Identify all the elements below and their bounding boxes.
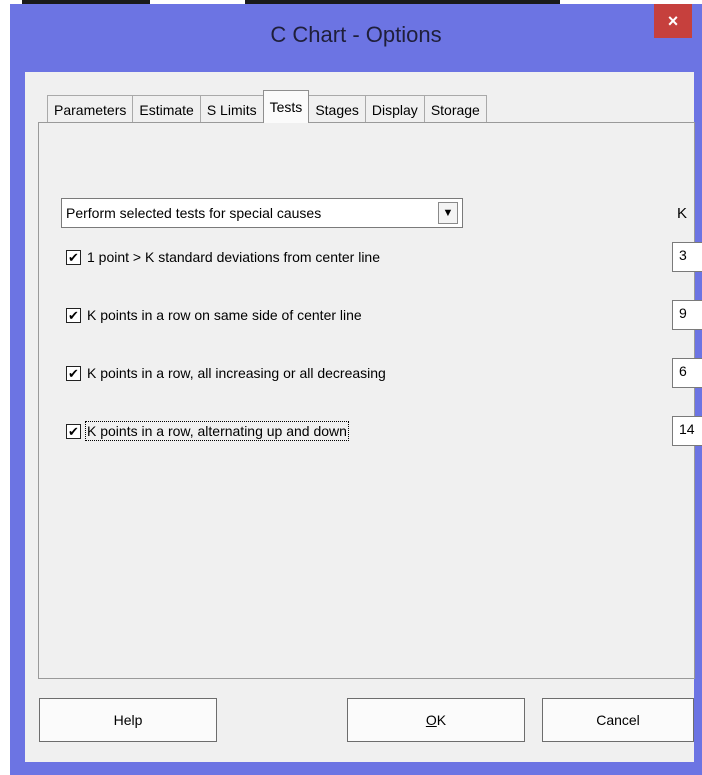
title-bar[interactable]: C Chart - Options × bbox=[10, 4, 702, 72]
close-button[interactable]: × bbox=[654, 4, 692, 38]
cancel-button[interactable]: Cancel bbox=[542, 698, 694, 742]
tests-tab-panel: Perform selected tests for special cause… bbox=[38, 122, 702, 679]
test-4-checkbox[interactable]: ✔ bbox=[66, 424, 81, 439]
tab-display[interactable]: Display bbox=[364, 95, 425, 123]
dialog-title: C Chart - Options bbox=[270, 22, 442, 47]
test-mode-value: Perform selected tests for special cause… bbox=[66, 205, 322, 221]
test-mode-dropdown[interactable]: Perform selected tests for special cause… bbox=[61, 198, 463, 228]
close-icon: × bbox=[667, 10, 679, 31]
cancel-button-label: Cancel bbox=[596, 712, 640, 728]
tab-tests[interactable]: Tests bbox=[262, 90, 310, 123]
ok-button-label: OK bbox=[426, 712, 446, 728]
test-2-label[interactable]: K points in a row on same side of center… bbox=[87, 307, 362, 323]
test-3-checkbox[interactable]: ✔ bbox=[66, 366, 81, 381]
tab-storage[interactable]: Storage bbox=[423, 95, 487, 123]
chevron-down-icon[interactable]: ▼ bbox=[438, 202, 458, 224]
test-2-checkbox[interactable]: ✔ bbox=[66, 308, 81, 323]
ok-label-rest: K bbox=[436, 712, 447, 728]
test-1-checkbox[interactable]: ✔ bbox=[66, 250, 81, 265]
ok-button[interactable]: OK bbox=[347, 698, 525, 742]
test-1-k-input[interactable]: 3 bbox=[672, 242, 702, 272]
options-dialog: C Chart - Options × Parameters Estimate … bbox=[10, 4, 702, 775]
dialog-client-area: Parameters Estimate S Limits Tests Stage… bbox=[25, 72, 702, 762]
test-2-k-input[interactable]: 9 bbox=[672, 300, 702, 330]
tab-s-limits[interactable]: S Limits bbox=[199, 95, 264, 123]
tab-strip: Parameters Estimate S Limits Tests Stage… bbox=[47, 90, 487, 123]
help-button-label: Help bbox=[113, 712, 143, 728]
tab-estimate[interactable]: Estimate bbox=[132, 95, 201, 123]
k-column-header: K bbox=[677, 205, 688, 222]
test-3-k-input[interactable]: 6 bbox=[672, 358, 702, 388]
test-3-label[interactable]: K points in a row, all increasing or all… bbox=[87, 365, 386, 381]
test-1-label[interactable]: 1 point > K standard deviations from cen… bbox=[87, 249, 380, 265]
help-button[interactable]: Help bbox=[39, 698, 217, 742]
test-4-label[interactable]: K points in a row, alternating up and do… bbox=[85, 421, 349, 441]
tab-parameters[interactable]: Parameters bbox=[47, 95, 134, 123]
tab-stages[interactable]: Stages bbox=[308, 95, 366, 123]
test-4-k-input[interactable]: 14 bbox=[672, 416, 702, 446]
ok-mnemonic: O bbox=[425, 712, 437, 728]
